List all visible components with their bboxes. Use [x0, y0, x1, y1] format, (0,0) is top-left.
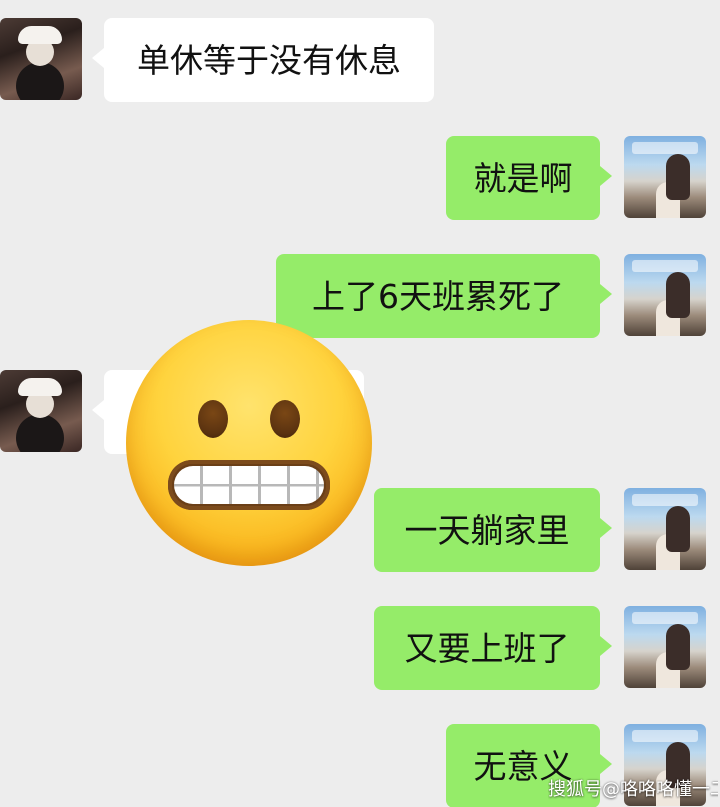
watermark-text: 搜狐号@咯咯咯懂一二	[548, 779, 718, 800]
chat-window: 单休等于没有休息 就是啊 上了6天班累死了 一天躺家里 又要上班了 无意义 搜狐…	[0, 0, 720, 807]
message-bubble-outgoing: 就是啊	[446, 136, 612, 220]
contact-avatar[interactable]	[0, 18, 82, 100]
message-text: 上了6天班累死了	[312, 276, 564, 316]
user-avatar[interactable]	[624, 136, 706, 218]
message-text: 一天躺家里	[404, 510, 570, 550]
message-text: 单休等于没有休息	[137, 40, 401, 80]
grimace-mouth-icon	[168, 460, 330, 510]
right-eye-icon	[270, 400, 300, 438]
user-avatar[interactable]	[624, 254, 706, 336]
grimacing-face-emoji-icon	[126, 320, 372, 566]
message-text: 又要上班了	[404, 628, 570, 668]
user-avatar[interactable]	[624, 606, 706, 688]
message-bubble-outgoing: 又要上班了	[374, 606, 612, 690]
message-bubble-outgoing: 上了6天班累死了	[276, 254, 612, 338]
message-bubble-outgoing: 一天躺家里	[374, 488, 612, 572]
message-bubble-incoming: 单休等于没有休息	[92, 18, 434, 102]
message-text: 就是啊	[473, 158, 573, 198]
teeth-icon	[174, 466, 324, 504]
left-eye-icon	[198, 400, 228, 438]
contact-avatar[interactable]	[0, 370, 82, 452]
user-avatar[interactable]	[624, 488, 706, 570]
